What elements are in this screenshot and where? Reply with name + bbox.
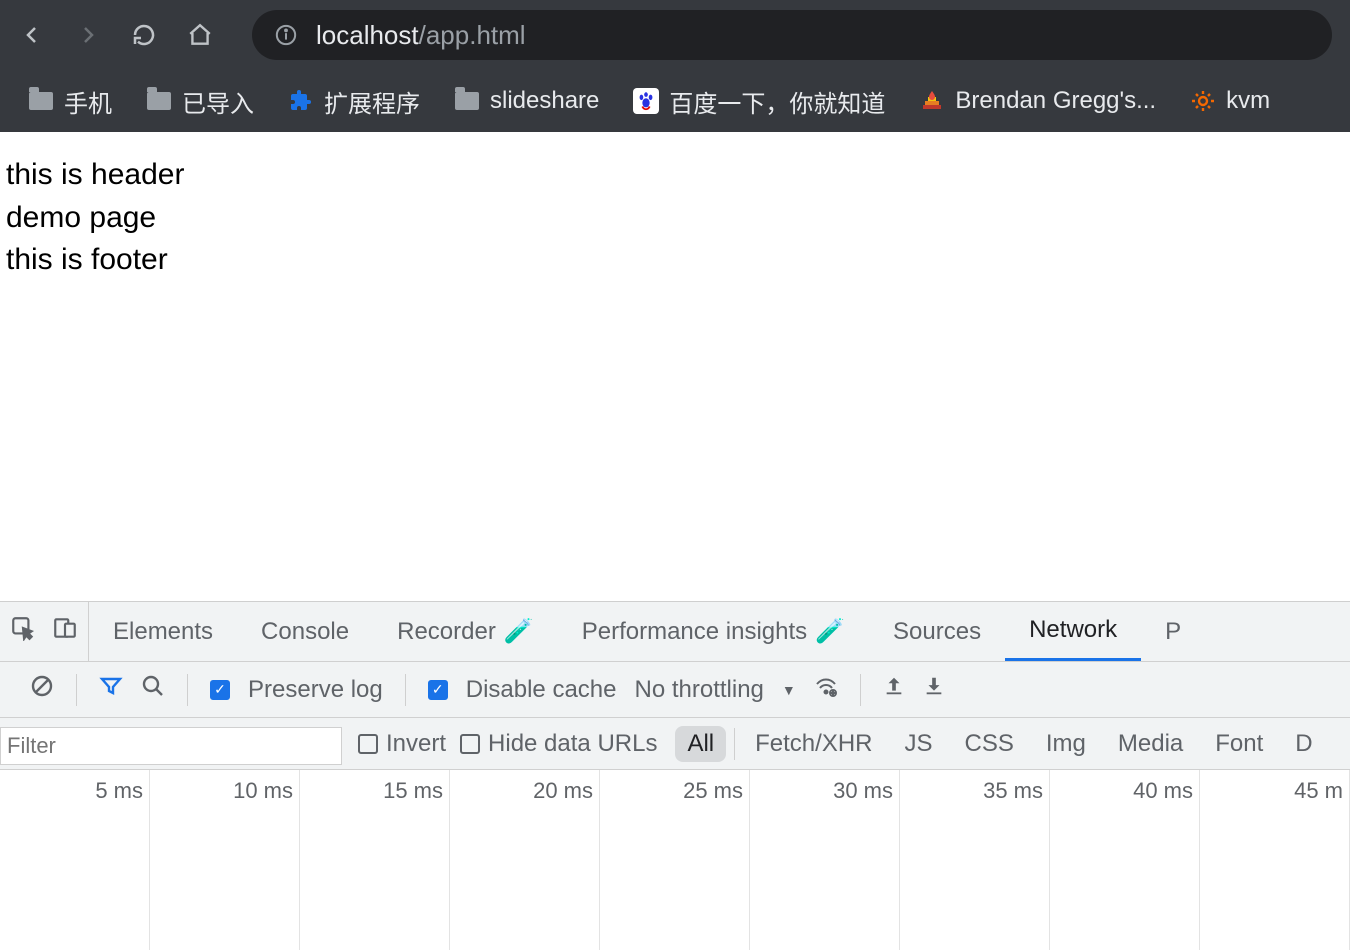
bookmark-label: 扩展程序 bbox=[324, 84, 420, 119]
puzzle-icon bbox=[288, 88, 314, 114]
folder-icon bbox=[28, 88, 54, 114]
timeline-tick: 35 ms bbox=[900, 770, 1050, 950]
tab-sources[interactable]: Sources bbox=[869, 602, 1005, 661]
inspect-icon[interactable] bbox=[10, 615, 36, 648]
tab-performance-insights[interactable]: Performance insights🧪 bbox=[558, 602, 869, 661]
folder-icon bbox=[146, 88, 172, 114]
device-toggle-icon[interactable] bbox=[52, 615, 78, 648]
timeline-tick: 25 ms bbox=[600, 770, 750, 950]
home-icon[interactable] bbox=[186, 21, 214, 49]
bookmark-kvm[interactable]: kvm bbox=[1176, 81, 1284, 121]
network-toolbar: ✓ Preserve log ✓ Disable cache No thrott… bbox=[0, 662, 1350, 718]
url-host: localhost bbox=[316, 20, 419, 50]
devtools-panel: Elements Console Recorder🧪 Performance i… bbox=[0, 601, 1350, 950]
bookmark-label: 手机 bbox=[64, 84, 112, 119]
filter-chip-css[interactable]: CSS bbox=[953, 726, 1026, 762]
bookmarks-bar: 手机 已导入 扩展程序 slideshare 百度一下，你就知道 Bren bbox=[0, 70, 1350, 132]
folder-icon bbox=[454, 88, 480, 114]
timeline-tick: 10 ms bbox=[150, 770, 300, 950]
address-bar[interactable]: localhost/app.html bbox=[252, 10, 1332, 60]
filter-chip-all[interactable]: All bbox=[675, 726, 726, 762]
filter-chip-more[interactable]: D bbox=[1283, 726, 1324, 762]
throttling-value: No throttling bbox=[634, 676, 763, 704]
preserve-log-label: Preserve log bbox=[248, 676, 383, 704]
bookmark-imported[interactable]: 已导入 bbox=[132, 78, 268, 125]
flask-icon: 🧪 bbox=[815, 617, 845, 646]
browser-toolbar: localhost/app.html bbox=[0, 0, 1350, 70]
disable-cache-checkbox[interactable]: ✓ bbox=[428, 680, 448, 700]
reload-icon[interactable] bbox=[130, 21, 158, 49]
bookmark-label: 已导入 bbox=[182, 84, 254, 119]
network-timeline[interactable]: 5 ms 10 ms 15 ms 20 ms 25 ms 30 ms 35 ms… bbox=[0, 770, 1350, 950]
hide-urls-checkbox[interactable] bbox=[460, 734, 480, 754]
filter-input[interactable] bbox=[0, 727, 342, 765]
hide-urls-label: Hide data URLs bbox=[488, 730, 657, 758]
bookmark-brendan[interactable]: Brendan Gregg's... bbox=[905, 81, 1170, 121]
page-footer-text: this is footer bbox=[6, 239, 1344, 282]
chevron-down-icon: ▼ bbox=[782, 682, 796, 698]
forward-icon[interactable] bbox=[74, 21, 102, 49]
bookmark-extensions[interactable]: 扩展程序 bbox=[274, 78, 434, 125]
back-icon[interactable] bbox=[18, 21, 46, 49]
bookmark-baidu[interactable]: 百度一下，你就知道 bbox=[619, 78, 899, 125]
filter-chip-fetch[interactable]: Fetch/XHR bbox=[743, 726, 884, 762]
bookmark-label: slideshare bbox=[490, 87, 599, 115]
download-icon[interactable] bbox=[923, 675, 945, 704]
tab-console[interactable]: Console bbox=[237, 602, 373, 661]
page-body: this is header demo page this is footer bbox=[0, 132, 1350, 304]
network-filter-bar: Invert Hide data URLs All Fetch/XHR JS C… bbox=[0, 718, 1350, 770]
empty-area bbox=[0, 304, 1350, 601]
search-icon[interactable] bbox=[141, 674, 165, 705]
filter-chip-img[interactable]: Img bbox=[1034, 726, 1098, 762]
flask-icon: 🧪 bbox=[504, 617, 534, 646]
timeline-tick: 5 ms bbox=[0, 770, 150, 950]
flame-icon bbox=[919, 88, 945, 114]
clear-icon[interactable] bbox=[30, 674, 54, 705]
network-conditions-icon[interactable] bbox=[814, 674, 838, 705]
bookmark-slideshare[interactable]: slideshare bbox=[440, 81, 613, 121]
bookmark-label: 百度一下，你就知道 bbox=[669, 84, 885, 119]
browser-chrome: localhost/app.html 手机 已导入 扩展程序 slideshar… bbox=[0, 0, 1350, 132]
filter-chip-js[interactable]: JS bbox=[893, 726, 945, 762]
tab-recorder[interactable]: Recorder🧪 bbox=[373, 602, 558, 661]
preserve-log-checkbox[interactable]: ✓ bbox=[210, 680, 230, 700]
filter-toggle-icon[interactable] bbox=[99, 674, 123, 705]
timeline-tick: 15 ms bbox=[300, 770, 450, 950]
site-info-icon[interactable] bbox=[272, 21, 300, 49]
invert-label: Invert bbox=[386, 730, 446, 758]
tab-elements[interactable]: Elements bbox=[89, 602, 237, 661]
page-header-text: this is header bbox=[6, 154, 1344, 197]
page-main-text: demo page bbox=[6, 197, 1344, 240]
bookmark-phone[interactable]: 手机 bbox=[14, 78, 126, 125]
timeline-tick: 30 ms bbox=[750, 770, 900, 950]
url-path: /app.html bbox=[419, 20, 526, 50]
grafana-icon bbox=[1190, 88, 1216, 114]
baidu-icon bbox=[633, 88, 659, 114]
bookmark-label: kvm bbox=[1226, 87, 1270, 115]
upload-icon[interactable] bbox=[883, 675, 905, 704]
filter-chip-media[interactable]: Media bbox=[1106, 726, 1195, 762]
throttling-select[interactable]: No throttling ▼ bbox=[634, 676, 795, 704]
tab-network[interactable]: Network bbox=[1005, 602, 1141, 661]
tab-more[interactable]: P bbox=[1141, 602, 1205, 661]
invert-checkbox[interactable] bbox=[358, 734, 378, 754]
timeline-tick: 45 m bbox=[1200, 770, 1350, 950]
filter-chip-font[interactable]: Font bbox=[1203, 726, 1275, 762]
url-text: localhost/app.html bbox=[316, 20, 526, 51]
devtools-tabbar: Elements Console Recorder🧪 Performance i… bbox=[0, 602, 1350, 662]
disable-cache-label: Disable cache bbox=[466, 676, 617, 704]
bookmark-label: Brendan Gregg's... bbox=[955, 87, 1156, 115]
timeline-tick: 20 ms bbox=[450, 770, 600, 950]
timeline-tick: 40 ms bbox=[1050, 770, 1200, 950]
